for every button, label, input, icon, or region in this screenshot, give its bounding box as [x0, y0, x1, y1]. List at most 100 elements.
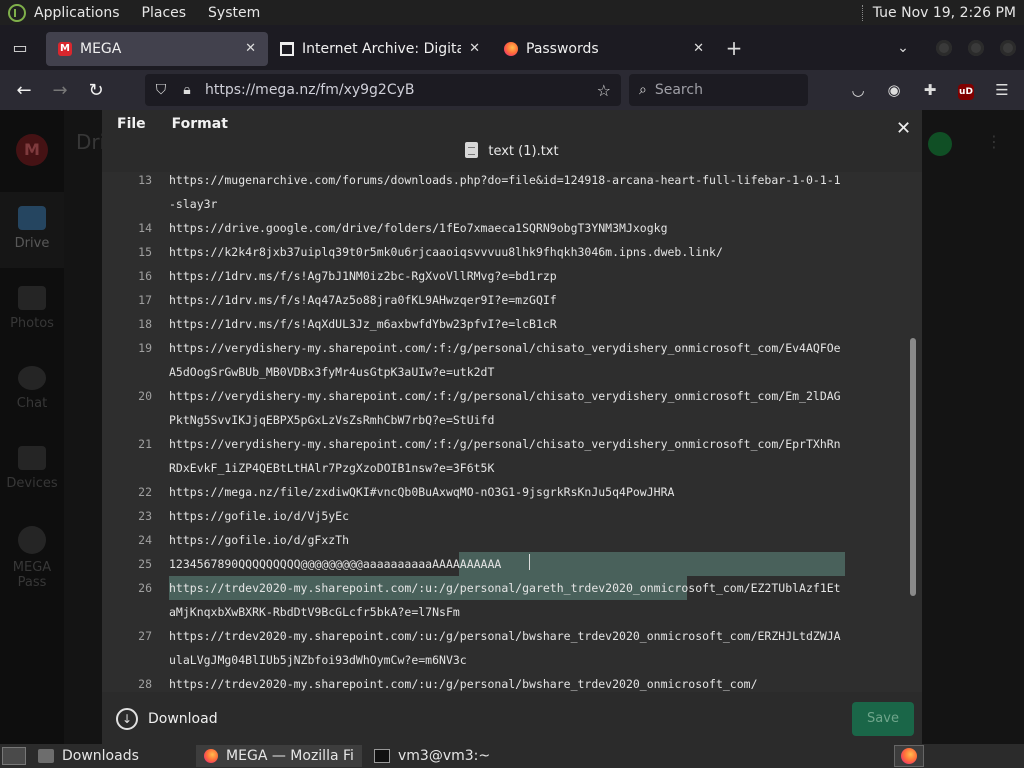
text-line[interactable]: 22 https://mega.nz/file/zxdiwQKI#vncQb0Bu… [102, 480, 910, 504]
scrollbar-thumb[interactable] [910, 338, 916, 596]
back-icon[interactable]: ← [6, 80, 42, 101]
line-text[interactable]: https://verydishery-my.sharepoint.com/:f… [169, 384, 845, 432]
close-window-button[interactable] [1000, 39, 1016, 56]
show-desktop-icon[interactable] [2, 747, 26, 765]
navigation-toolbar: ← → ↻ ⛉ 🔒︎ https://mega.nz/fm/xy9g2CyB ☆… [0, 70, 1024, 110]
text-line[interactable]: 13 https://mugenarchive.com/forums/downlo… [102, 172, 910, 216]
text-line[interactable]: 28 https://trdev2020-my.sharepoint.com/:u… [102, 672, 910, 692]
line-text[interactable]: https://trdev2020-my.sharepoint.com/:u:/… [169, 672, 845, 692]
account-icon[interactable]: ◉ [876, 81, 912, 99]
close-icon[interactable]: ✕ [896, 118, 911, 139]
forward-icon[interactable]: → [42, 80, 78, 101]
line-text[interactable]: https://trdev2020-my.sharepoint.com/:u:/… [169, 624, 845, 672]
menu-file[interactable]: File [117, 116, 146, 132]
panel-separator [861, 4, 865, 21]
line-number: 25 [138, 557, 152, 571]
line-text[interactable]: https://trdev2020-my.sharepoint.com/:u:/… [169, 576, 845, 624]
text-line[interactable]: 24 https://gofile.io/d/gFxzTh [102, 528, 910, 552]
line-text[interactable]: https://k2k4r8jxb37uiplq39t0r5mk0u6rjcaa… [169, 240, 845, 264]
text-line[interactable]: 18 https://1drv.ms/f/s!AqXdUL3Jz_m6axbwfd… [102, 312, 910, 336]
pocket-icon[interactable]: ◡ [840, 81, 876, 99]
bookmark-star-icon[interactable]: ☆ [597, 81, 611, 100]
search-input[interactable]: ⌕ Search [629, 74, 808, 106]
list-all-tabs-icon[interactable]: ⌄ [878, 40, 928, 56]
close-tab-icon[interactable]: ✕ [469, 41, 480, 56]
folder-icon [38, 749, 54, 763]
tab-passwords[interactable]: Passwords ✕ [492, 32, 716, 66]
line-text[interactable]: https://1drv.ms/f/s!Ag7bJ1NM0iz2bc-RgXvo… [169, 264, 845, 288]
line-text[interactable]: https://gofile.io/d/Vj5yEc [169, 504, 845, 528]
menu-system[interactable]: System [208, 5, 260, 21]
text-line[interactable]: 25 1234567890QQQQQQQQQ@@@@@@@@@aaaaaaaaaa… [102, 552, 910, 576]
firefox-icon [504, 41, 518, 56]
taskbar-label: MEGA — Mozilla Fir... [226, 748, 354, 764]
hamburger-menu-icon[interactable]: ☰ [984, 81, 1020, 99]
text-line[interactable]: 16 https://1drv.ms/f/s!Ag7bJ1NM0iz2bc-RgX… [102, 264, 910, 288]
line-text[interactable]: https://drive.google.com/drive/folders/1… [169, 216, 845, 240]
text-line[interactable]: 19 https://verydishery-my.sharepoint.com/… [102, 336, 910, 384]
text-line[interactable]: 17 https://1drv.ms/f/s!Aq47Az5o88jra0fKL9… [102, 288, 910, 312]
minimize-window-button[interactable] [936, 39, 952, 56]
download-button[interactable]: ↓ Download [116, 708, 218, 730]
line-text[interactable]: https://mega.nz/file/zxdiwQKI#vncQb0BuAx… [169, 480, 845, 504]
padlock-icon[interactable]: 🔒︎ [177, 82, 197, 98]
line-text[interactable]: https://1drv.ms/f/s!Aq47Az5o88jra0fKL9AH… [169, 288, 845, 312]
download-label: Download [148, 711, 218, 727]
text-line[interactable]: 27 https://trdev2020-my.sharepoint.com/:u… [102, 624, 910, 672]
mega-icon: M [58, 41, 72, 56]
line-text[interactable]: https://1drv.ms/f/s!AqXdUL3Jz_m6axbwfdYb… [169, 312, 845, 336]
close-tab-icon[interactable]: ✕ [693, 41, 704, 56]
line-text[interactable]: https://mugenarchive.com/forums/download… [169, 172, 845, 216]
maximize-window-button[interactable] [968, 39, 984, 56]
desktop: Applications Places System Tue Nov 19, 2… [0, 0, 1024, 768]
text-file-icon [465, 142, 479, 158]
tab-mega[interactable]: M MEGA ✕ [46, 31, 268, 66]
line-text[interactable]: https://verydishery-my.sharepoint.com/:f… [169, 432, 845, 480]
search-icon: ⌕ [639, 82, 647, 98]
tab-label: Internet Archive: Digital Libr [302, 40, 462, 57]
taskbar-label: vm3@vm3:~ [398, 748, 491, 764]
line-number: 20 [138, 389, 152, 403]
taskbar-item-firefox[interactable]: MEGA — Mozilla Fir... [196, 745, 362, 767]
text-line[interactable]: 15 https://k2k4r8jxb37uiplq39t0r5mk0u6rjc… [102, 240, 910, 264]
line-number: 26 [138, 581, 152, 595]
line-number: 28 [138, 677, 152, 691]
reload-icon[interactable]: ↻ [78, 80, 114, 101]
firefox-icon [204, 749, 219, 763]
tab-internet-archive[interactable]: Internet Archive: Digital Libr ✕ [268, 32, 492, 66]
taskbar-item-downloads[interactable]: Downloads [30, 745, 192, 767]
text-lines[interactable]: 13 https://mugenarchive.com/forums/downlo… [102, 172, 910, 692]
line-number: 21 [138, 437, 152, 451]
text-line[interactable]: 26 https://trdev2020-my.sharepoint.com/:u… [102, 576, 910, 624]
menu-format[interactable]: Format [172, 116, 228, 132]
text-line[interactable]: 23 https://gofile.io/d/Vj5yEc [102, 504, 910, 528]
line-number: 15 [138, 245, 152, 259]
editor-text-area[interactable]: 13 https://mugenarchive.com/forums/downlo… [102, 172, 922, 692]
url-bar[interactable]: ⛉ 🔒︎ https://mega.nz/fm/xy9g2CyB ☆ [145, 74, 621, 106]
download-icon: ↓ [116, 708, 138, 730]
tracking-protection-shield-icon[interactable]: ⛉ [151, 82, 171, 98]
clock[interactable]: Tue Nov 19, 2:26 PM [873, 5, 1016, 21]
line-number: 23 [138, 509, 152, 523]
text-line[interactable]: 20 https://verydishery-my.sharepoint.com/… [102, 384, 910, 432]
distro-logo-icon[interactable] [8, 3, 26, 22]
menu-applications[interactable]: Applications [34, 5, 120, 21]
new-tab-button[interactable]: + [716, 36, 752, 60]
url-text[interactable]: https://mega.nz/fm/xy9g2CyB [205, 82, 415, 98]
workspace-switcher[interactable] [894, 745, 924, 767]
line-number: 13 [138, 173, 152, 187]
extensions-icon[interactable]: ✚ [912, 81, 948, 99]
text-line[interactable]: 14 https://drive.google.com/drive/folders… [102, 216, 910, 240]
line-text[interactable]: https://gofile.io/d/gFxzTh [169, 528, 845, 552]
line-number: 24 [138, 533, 152, 547]
taskbar-item-terminal[interactable]: vm3@vm3:~ [366, 745, 536, 767]
ublock-origin-icon[interactable]: uD [948, 80, 984, 100]
line-text[interactable]: https://verydishery-my.sharepoint.com/:f… [169, 336, 845, 384]
menu-places[interactable]: Places [142, 5, 187, 21]
close-tab-icon[interactable]: ✕ [245, 41, 256, 56]
firefox-view-icon[interactable]: ▭ [0, 25, 40, 70]
save-button[interactable]: Save [852, 702, 914, 736]
line-number: 17 [138, 293, 152, 307]
text-line[interactable]: 21 https://verydishery-my.sharepoint.com/… [102, 432, 910, 480]
line-text[interactable]: 1234567890QQQQQQQQQ@@@@@@@@@aaaaaaaaaaAA… [169, 552, 845, 576]
